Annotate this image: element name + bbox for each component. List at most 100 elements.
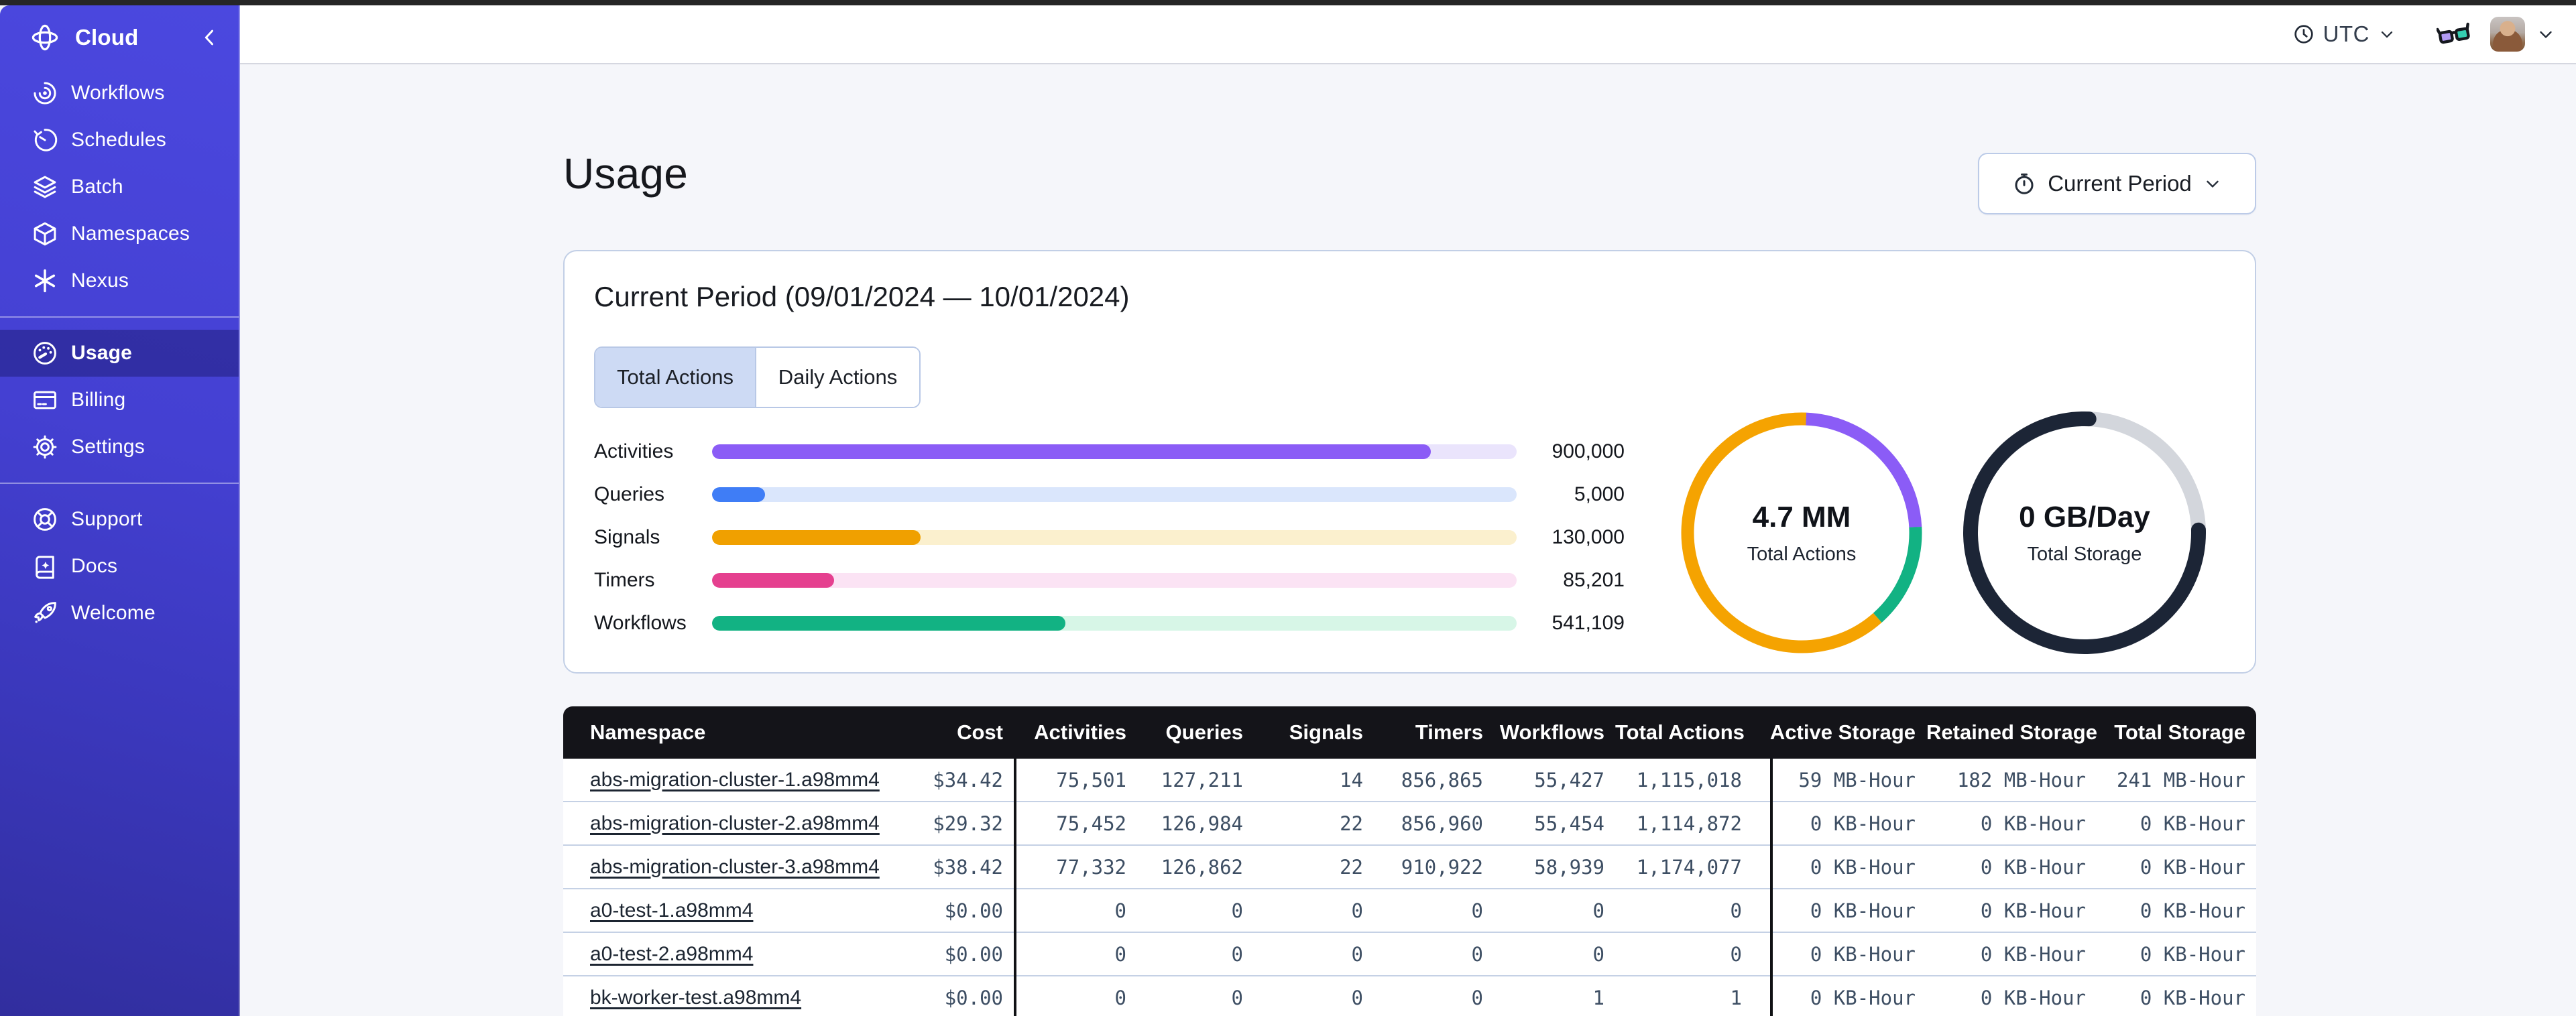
bar-label: Activities	[594, 440, 674, 462]
sidebar: Cloud Workflows Schedules Batch Namespac…	[0, 5, 240, 1016]
bar-fill	[712, 573, 835, 588]
sidebar-item-usage[interactable]: Usage	[0, 330, 239, 377]
billing-icon	[31, 386, 59, 414]
bar-row: Queries 5,000	[594, 473, 1625, 516]
total-storage-donut: 0 GB/Day Total Storage	[1963, 411, 2207, 655]
sidebar-item-batch[interactable]: Batch	[0, 164, 239, 210]
sidebar-item-label: Usage	[71, 342, 133, 364]
table-cell: 0	[1471, 899, 1483, 922]
table-cell: 0	[1114, 942, 1126, 966]
period-select-label: Current Period	[2048, 171, 2192, 196]
table-cell: $0.00	[944, 942, 1003, 966]
docs-book-icon	[31, 552, 59, 580]
sidebar-item-support[interactable]: Support	[0, 496, 239, 543]
namespace-link[interactable]: abs-migration-cluster-2.a98mm4	[590, 812, 880, 834]
tab-daily-actions[interactable]: Daily Actions	[755, 348, 919, 407]
table-column-header: Signals	[1289, 720, 1363, 744]
namespace-link[interactable]: a0-test-1.a98mm4	[590, 899, 753, 922]
namespace-link[interactable]: bk-worker-test.a98mm4	[590, 987, 801, 1009]
table-cell: 1,114,872	[1636, 812, 1742, 835]
table-cell: 0	[1231, 899, 1243, 922]
namespace-cell: abs-migration-cluster-2.a98mm4	[563, 812, 898, 835]
account-menu-button[interactable]	[2536, 24, 2556, 44]
chevron-down-icon	[2381, 31, 2393, 38]
page-title: Usage	[563, 149, 688, 198]
bar-value: 85,201	[1563, 569, 1625, 591]
table-row: abs-migration-cluster-3.a98mm4 $38.42 77,3…	[563, 846, 2256, 889]
sidebar-item-docs[interactable]: Docs	[0, 543, 239, 590]
table-cell: 0	[1730, 899, 1742, 922]
bar-row: Signals 130,000	[594, 516, 1625, 559]
sidebar-divider	[0, 483, 239, 484]
table-cell: 182 MB-Hour	[1956, 768, 2086, 791]
table-cell: 856,865	[1401, 768, 1483, 791]
table-cell: 75,452	[1056, 812, 1126, 835]
sidebar-item-label: Workflows	[71, 82, 165, 104]
table-column-header: Active Storage	[1769, 720, 1916, 744]
namespace-link[interactable]: abs-migration-cluster-3.a98mm4	[590, 856, 880, 878]
total-storage-value: 0 GB/Day	[2019, 500, 2150, 533]
sidebar-item-nexus[interactable]: Nexus	[0, 257, 239, 304]
sidebar-collapse-button[interactable]	[198, 26, 221, 49]
table-cell: 0	[1471, 986, 1483, 1009]
namespace-link[interactable]: abs-migration-cluster-1.a98mm4	[590, 769, 880, 791]
table-cell: 0	[1351, 942, 1363, 966]
table-cell: 14	[1340, 768, 1363, 791]
bar-row: Timers 85,201	[594, 559, 1625, 602]
workflows-icon	[31, 79, 59, 107]
sidebar-item-schedules[interactable]: Schedules	[0, 117, 239, 164]
table-row: bk-worker-test.a98mm4 $0.00 0 0 0 0 1 1 0 KB-Hou…	[563, 976, 2256, 1016]
sidebar-item-billing[interactable]: Billing	[0, 377, 239, 424]
table-cell: 0	[1114, 986, 1126, 1009]
table-vertical-divider	[1014, 759, 1016, 1016]
bar-value: 541,109	[1552, 612, 1625, 634]
welcome-rocket-icon	[31, 599, 59, 627]
table-cell: 0	[1231, 986, 1243, 1009]
table-cell: 1	[1730, 986, 1742, 1009]
table-cell: 22	[1340, 855, 1363, 879]
chevron-down-icon	[2207, 180, 2219, 188]
timezone-selector[interactable]: UTC	[2292, 21, 2396, 47]
table-cell: 75,501	[1056, 768, 1126, 791]
table-cell: 0 KB-Hour	[1810, 899, 1916, 922]
sidebar-item-label: Welcome	[71, 602, 156, 624]
bar-track	[712, 444, 1517, 459]
sidebar-item-label: Nexus	[71, 269, 129, 292]
table-cell: 910,922	[1401, 855, 1483, 879]
support-lifebuoy-icon	[31, 505, 59, 533]
sidebar-item-workflows[interactable]: Workflows	[0, 70, 239, 117]
user-avatar[interactable]	[2490, 17, 2525, 52]
glasses-icon	[2437, 22, 2470, 44]
tab-total-actions[interactable]: Total Actions	[595, 348, 755, 407]
sidebar-item-settings[interactable]: Settings	[0, 424, 239, 470]
table-cell: 856,960	[1401, 812, 1483, 835]
table-cell: 1,174,077	[1636, 855, 1742, 879]
table-cell: 0	[1592, 899, 1604, 922]
namespace-cell: abs-migration-cluster-3.a98mm4	[563, 856, 898, 879]
topbar: UTC	[240, 5, 2576, 64]
bar-fill	[712, 444, 1431, 459]
settings-gear-icon	[31, 433, 59, 461]
bar-track	[712, 487, 1517, 502]
bar-label: Signals	[594, 526, 660, 548]
table-cell: 0 KB-Hour	[2140, 942, 2245, 966]
sidebar-item-welcome[interactable]: Welcome	[0, 590, 239, 637]
sidebar-item-label: Billing	[71, 389, 126, 411]
table-cell: 0 KB-Hour	[1980, 899, 2086, 922]
table-cell: 55,454	[1534, 812, 1604, 835]
table-cell: $0.00	[944, 899, 1003, 922]
table-cell: 1	[1592, 986, 1604, 1009]
bar-value: 130,000	[1552, 526, 1625, 548]
demo-glasses-button[interactable]	[2435, 15, 2473, 53]
table-cell: 0 KB-Hour	[1810, 942, 1916, 966]
table-cell: 59 MB-Hour	[1798, 768, 1916, 791]
total-storage-label: Total Storage	[2027, 543, 2142, 565]
namespace-link[interactable]: a0-test-2.a98mm4	[590, 943, 753, 965]
batch-icon	[31, 173, 59, 201]
table-row: a0-test-1.a98mm4 $0.00 0 0 0 0 0 0 0 KB-Hour 0 KB…	[563, 889, 2256, 933]
sidebar-item-namespaces[interactable]: Namespaces	[0, 210, 239, 257]
table-cell: 0	[1471, 942, 1483, 966]
period-select-button[interactable]: Current Period	[1978, 153, 2256, 214]
table-cell: $0.00	[944, 986, 1003, 1009]
table-cell: 0 KB-Hour	[1980, 986, 2086, 1009]
